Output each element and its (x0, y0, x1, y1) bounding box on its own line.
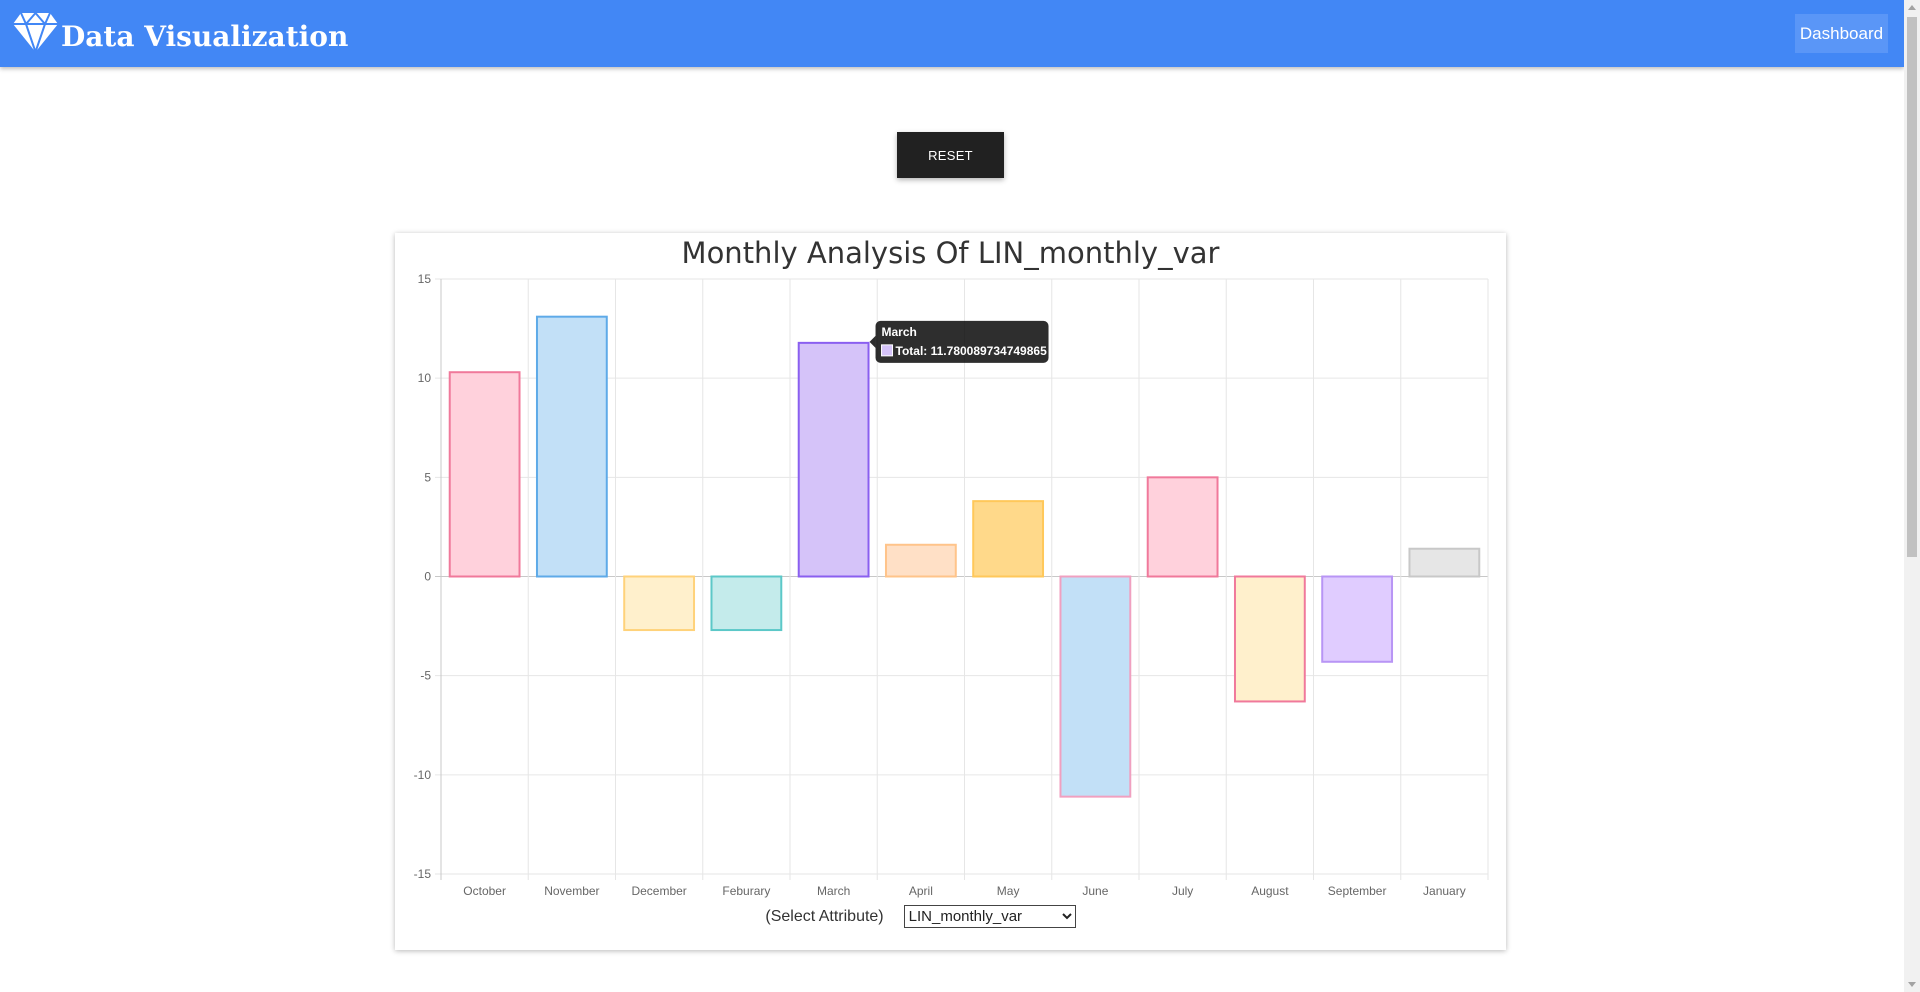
y-tick-label: 5 (424, 470, 431, 484)
bar-december[interactable] (623, 575, 696, 632)
y-tick-label: -5 (420, 669, 431, 683)
x-tick-label: August (1251, 884, 1289, 898)
attribute-label: (Select Attribute) (765, 907, 884, 925)
y-tick-label: -10 (414, 768, 432, 782)
bar-october[interactable] (448, 371, 521, 578)
x-tick-label: July (1172, 884, 1193, 898)
y-tick-label: 10 (418, 371, 432, 385)
bar-march[interactable] (797, 341, 870, 578)
scroll-down-arrow-icon[interactable] (1908, 982, 1916, 987)
diamond-icon (13, 11, 58, 53)
brand-title: Data Visualization (61, 19, 349, 53)
navbar: Data Visualization Dashboard (0, 0, 1904, 67)
chart-card: Monthly Analysis Of LIN_monthly_var 15 10… (395, 233, 1506, 950)
scroll-up-arrow-icon[interactable] (1908, 5, 1916, 10)
x-tick-label: November (544, 884, 599, 898)
tooltip-title: March (882, 325, 917, 339)
bar-july[interactable] (1146, 476, 1219, 578)
x-tick-label: April (909, 884, 933, 898)
brand[interactable]: Data Visualization (12, 10, 348, 54)
bar-may[interactable] (972, 500, 1045, 578)
bar-chart[interactable]: 15 10 5 0 -5 -10 -15 October November December Feb… (395, 233, 1506, 903)
bar-november[interactable] (535, 315, 608, 578)
tooltip-caret (869, 335, 876, 348)
reset-button[interactable]: RESET (897, 132, 1004, 178)
bar-january[interactable] (1408, 547, 1481, 578)
x-tick-label: Feburary (722, 884, 770, 898)
y-tick-label: -15 (414, 867, 432, 881)
page-scrollbar[interactable] (1904, 0, 1920, 992)
attribute-selector-row: (Select Attribute) LIN_monthly_var (395, 905, 1506, 928)
bar-september[interactable] (1321, 575, 1394, 663)
bar-august[interactable] (1233, 575, 1306, 703)
tooltip-swatch (881, 344, 894, 357)
x-tick-label: January (1423, 884, 1466, 898)
scroll-thumb[interactable] (1907, 17, 1917, 557)
bar-june[interactable] (1059, 575, 1132, 798)
x-tick-label: September (1328, 884, 1387, 898)
dashboard-nav-button[interactable]: Dashboard (1795, 14, 1888, 53)
x-tick-label: June (1082, 884, 1108, 898)
x-tick-label: October (463, 884, 506, 898)
x-tick-label: March (817, 884, 850, 898)
x-tick-label: December (631, 884, 686, 898)
x-tick-label: May (997, 884, 1020, 898)
y-tick-label: 15 (418, 272, 432, 286)
attribute-select[interactable]: LIN_monthly_var (903, 905, 1076, 928)
bar-april[interactable] (884, 543, 957, 578)
bar-feburary[interactable] (710, 575, 783, 632)
y-tick-label: 0 (424, 570, 431, 584)
tooltip-value: Total: 11.780089734749865 (896, 344, 1048, 358)
